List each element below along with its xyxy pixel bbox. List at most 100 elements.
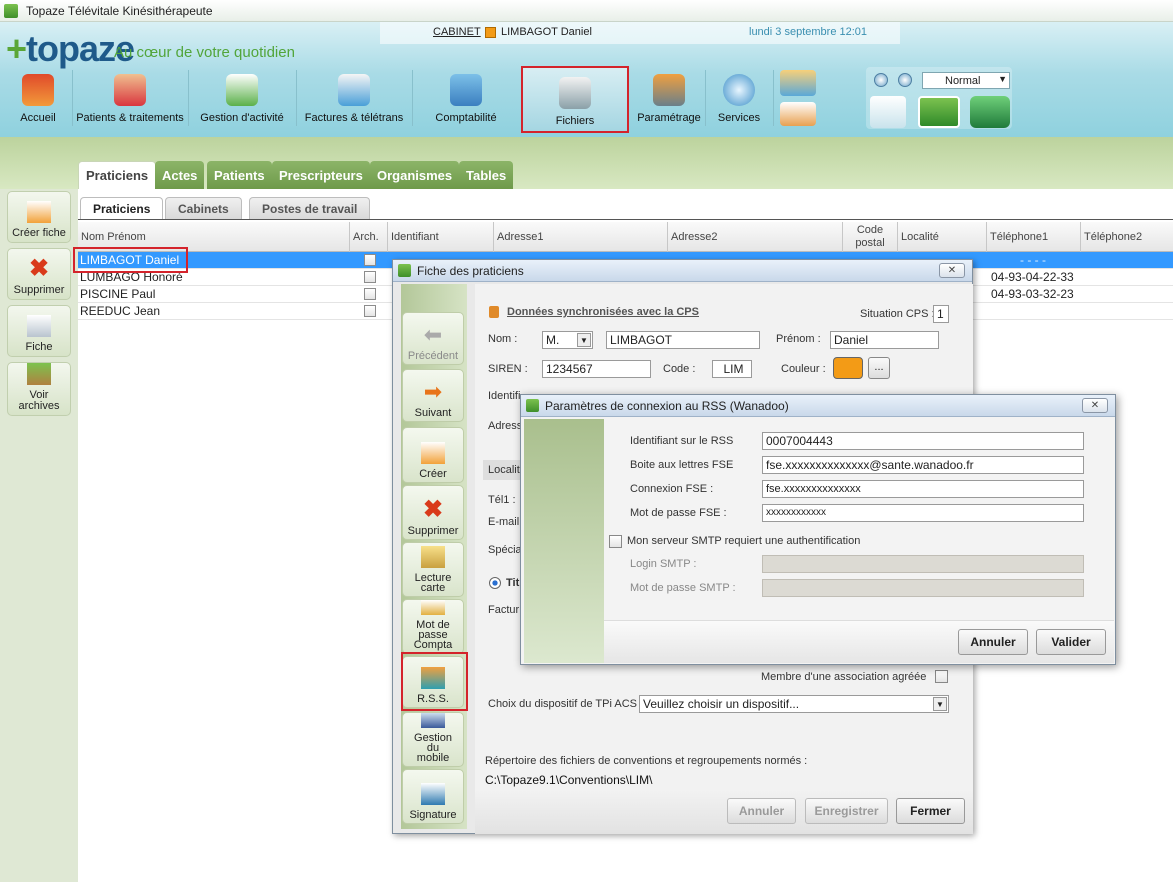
delete-button[interactable]: ✖ Supprimer [7,248,71,300]
subtab-postes[interactable]: Postes de travail [249,197,371,219]
previous-button[interactable]: ⬅ Précédent [402,312,464,365]
toolbar-gestion[interactable]: Gestion d'activité [192,66,292,128]
prenom-field[interactable]: Daniel [830,331,939,349]
create-button[interactable]: Créer [402,427,464,483]
archive-checkbox[interactable] [364,271,376,283]
col-header[interactable]: Identifiant [388,222,494,252]
rss-cancel-button[interactable]: Annuler [958,629,1028,655]
read-card-button[interactable]: Lecture carte [402,542,464,597]
pencil-icon[interactable] [780,102,816,126]
rss-id-field[interactable]: 0007004443 [762,432,1084,450]
archive-checkbox[interactable] [364,305,376,317]
siren-field[interactable]: 1234567 [542,360,651,378]
membre-checkbox[interactable] [935,670,948,683]
view-mode-select[interactable]: Normal ▼ [922,72,1010,89]
tools-icon[interactable] [780,70,816,96]
cell-name: REEDUC Jean [80,304,161,318]
pwd-fse-field[interactable]: xxxxxxxxxxxx [762,504,1084,522]
archive-checkbox[interactable] [364,288,376,300]
archive-box-icon [27,363,51,385]
tab-actes[interactable]: Actes [155,161,205,189]
toolbar-accueil[interactable]: Accueil [12,66,64,128]
forward-round-icon[interactable] [898,73,912,87]
cancel-button[interactable]: Annuler [727,798,796,824]
color-swatch-button[interactable] [833,357,863,379]
col-header[interactable]: Adresse1 [494,222,668,252]
view-mode-value: Normal [945,74,981,87]
rss-id-label: Identifiant sur le RSS [630,435,734,447]
nom-field[interactable]: LIMBAGOT [606,331,760,349]
situation-field[interactable]: 1 [933,305,949,323]
next-button[interactable]: ➡ Suivant [402,369,464,422]
back-round-icon[interactable] [874,73,888,87]
subtab-praticiens[interactable]: Praticiens [80,197,164,219]
close-button[interactable]: ✕ [1082,398,1108,413]
code-field[interactable]: LIM [712,360,752,378]
rss-button[interactable]: R.S.S. [402,656,464,708]
cabinet-link[interactable]: CABINET [433,26,481,38]
col-header[interactable]: Code postal [843,222,898,252]
subtab-cabinets[interactable]: Cabinets [165,197,242,219]
col-header[interactable]: Adresse2 [668,222,843,252]
gears-icon [653,74,685,106]
arrow-right-icon: ➡ [423,379,443,404]
more-button[interactable]: ... [868,357,890,379]
save-button[interactable]: Enregistrer [805,798,888,824]
tab-prescripteurs[interactable]: Prescripteurs [272,161,370,189]
archive-checkbox[interactable] [364,254,376,266]
view-archives-button[interactable]: Voir archives [7,362,71,416]
pwd-smtp-field[interactable] [762,579,1084,597]
close-button[interactable]: ✕ [939,263,965,278]
doctor-icon[interactable] [870,96,906,128]
smtp-auth-checkbox[interactable] [609,535,622,548]
rss-sidebar [524,419,604,663]
house-icon [22,74,54,106]
col-header[interactable]: Téléphone1 [987,222,1081,252]
membre-label: Membre d'une association agréée [761,671,927,683]
tab-organismes[interactable]: Organismes [370,161,460,189]
col-header[interactable]: Nom Prénom [78,222,350,252]
toolbar-comptabilite[interactable]: Comptabilité [420,66,512,128]
col-header[interactable]: Téléphone2 [1081,222,1173,252]
couleur-label: Couleur : [781,363,826,375]
new-document-icon [421,442,445,464]
cnx-fse-field[interactable]: fse.xxxxxxxxxxxxxx [762,480,1084,498]
tab-patients[interactable]: Patients [207,161,272,189]
arrow-left-icon: ⬅ [423,322,443,347]
toolbar-patients[interactable]: Patients & traitements [76,66,184,128]
create-record-button[interactable]: Créer fiche [7,191,71,243]
mobile-button[interactable]: Gestion du mobile [402,712,464,767]
tpi-value: Veuillez choisir un dispositif... [643,697,800,711]
close-dialog-button[interactable]: Fermer [896,798,965,824]
toolbar-fichiers[interactable]: Fichiers [521,66,629,133]
rss-validate-button[interactable]: Valider [1036,629,1106,655]
nom-label: Nom : [488,333,518,345]
toolbar-services[interactable]: Services [710,66,768,128]
phone-keypad-icon[interactable] [970,96,1010,128]
delete-x-icon: ✖ [28,255,50,282]
app-icon [398,264,411,277]
tab-tables[interactable]: Tables [459,161,514,189]
button-label: Créer fiche [12,227,66,239]
toolbar-separator [188,70,189,126]
document-icon [27,315,51,337]
signature-button[interactable]: Signature [402,769,464,824]
titulaire-radio[interactable] [489,577,501,589]
tpi-select[interactable]: Veuillez choisir un dispositif... ▼ [639,695,949,713]
record-button[interactable]: Fiche [7,305,71,357]
compta-password-button[interactable]: Mot de passe Compta [402,599,464,654]
login-smtp-label: Login SMTP : [630,558,697,570]
civilite-select[interactable]: M. ▼ [542,331,593,349]
toolbar-factures[interactable]: Factures & télétrans [300,66,408,128]
bal-fse-field[interactable]: fse.xxxxxxxxxxxxxx@sante.wanadoo.fr [762,456,1084,474]
delete-button[interactable]: ✖ Supprimer [402,485,464,540]
col-header[interactable]: Arch. [350,222,388,252]
button-label: Voir archives [18,389,60,412]
pwd-smtp-label: Mot de passe SMTP : [630,582,736,594]
toolbar-parametrage[interactable]: Paramétrage [636,66,702,128]
tab-praticiens[interactable]: Praticiens [78,161,157,189]
col-header[interactable]: Localité [898,222,987,252]
vitale-card-icon[interactable] [918,96,960,128]
login-smtp-field[interactable] [762,555,1084,573]
cell-name: LUMBAGO Honoré [80,270,183,284]
